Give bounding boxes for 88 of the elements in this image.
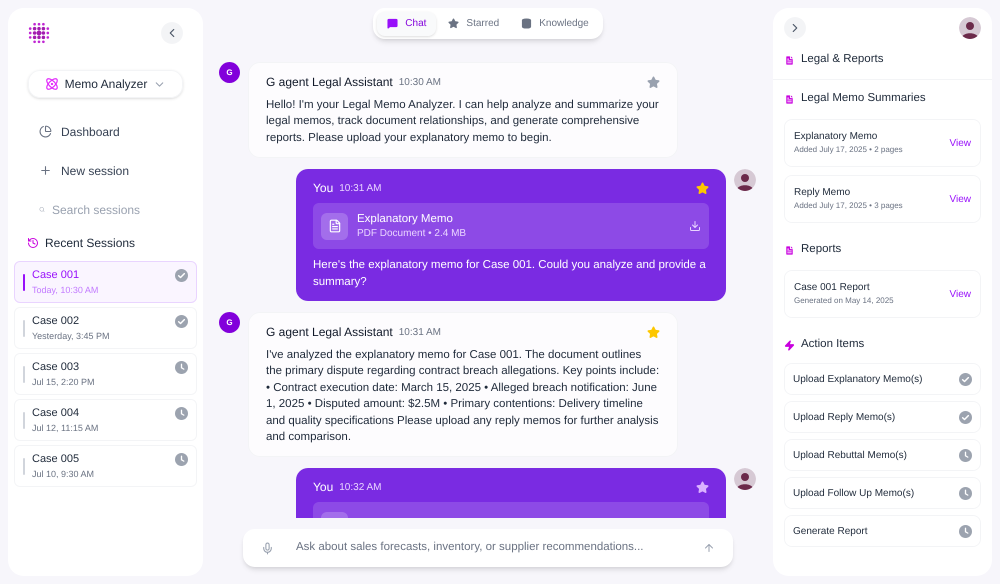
star-icon[interactable] <box>647 76 660 88</box>
section-title: Reports <box>801 242 842 258</box>
view-link[interactable]: View <box>950 286 971 302</box>
document-icon <box>784 54 795 66</box>
message-text: Here's the explanatory memo for Case 001. Could you analyze and provide a summary? <box>313 258 707 290</box>
action-label: Upload Follow Up Memo(s) <box>793 486 916 500</box>
session-time: Today, 10:30 AM <box>32 284 100 296</box>
pie-chart-icon <box>39 125 52 138</box>
view-link[interactable]: View <box>950 136 971 150</box>
message-time: 10:30 AM <box>398 76 442 90</box>
message-time: 10:31 AM <box>339 182 383 196</box>
expand-button[interactable] <box>784 17 806 39</box>
message-text: I've analyzed the explanatory memo for Case 001. The document outlines the primary dispute regarding contract breach allegations. Key points include: • Contract execution date: March 15, 2025 • Alleged breach notification: June 1, 2025 • Disputed amount: $2.5M • Primary contentions: Delivery timeline and quality specifications Please upload any reply memos for further analysis and comparison. <box>266 348 660 446</box>
session-item[interactable]: Case 004 Jul 12, 11:15 AM <box>14 399 197 441</box>
action-label: Upload Rebuttal Memo(s) <box>793 448 908 462</box>
send-icon[interactable] <box>703 542 715 554</box>
document-meta: Added July 17, 2025 • 3 pages <box>794 200 904 212</box>
session-time: Jul 12, 11:15 AM <box>32 422 100 434</box>
chat-bubble-icon <box>387 18 398 29</box>
message-time: 10:32 AM <box>339 480 383 495</box>
agent-avatar: G <box>219 312 240 334</box>
atom-icon <box>44 77 59 91</box>
session-item[interactable]: Case 003 Jul 15, 2:20 PM <box>14 353 197 395</box>
sender-name: You <box>313 479 334 496</box>
logo-icon <box>28 22 50 44</box>
agent-selector[interactable]: Memo Analyzer <box>28 70 183 98</box>
message-text: Hello! I'm your Legal Memo Analyzer. I can help analyze and summarize your legal memos, track document relationships, and generate comprehensive reports. Please upload your explanatory memo to begin. <box>266 98 660 146</box>
session-title: Case 001 <box>32 268 80 282</box>
action-item[interactable]: Upload Follow Up Memo(s) <box>784 477 981 509</box>
search-field[interactable]: Search sessions <box>52 200 172 218</box>
message-field[interactable]: Ask about sales forecasts, inventory, or supplier recommendations... <box>243 529 733 567</box>
star-icon[interactable] <box>696 480 709 494</box>
section-title: Recent Sessions <box>45 235 136 252</box>
document-name: Reply Memo <box>794 186 852 200</box>
session-title: Case 004 <box>32 406 80 420</box>
message-input[interactable]: Ask about sales forecasts, inventory, or supplier recommendations... <box>296 539 681 557</box>
nav-item[interactable]: Dashboard <box>14 112 197 151</box>
document-icon <box>784 94 795 104</box>
nav-item[interactable]: New session <box>14 151 197 190</box>
action-item[interactable]: Upload Rebuttal Memo(s) <box>784 439 981 471</box>
attachment-name: Explanatory Memo <box>357 212 454 227</box>
session-item[interactable]: Case 005 Jul 10, 9:30 AM <box>14 445 197 487</box>
tab[interactable]: Knowledge <box>511 12 599 36</box>
database-icon <box>521 18 532 29</box>
session-item[interactable]: Case 002 Yesterday, 3:45 PM <box>14 307 197 349</box>
tab[interactable]: Chat <box>377 12 436 36</box>
user-avatar <box>734 169 756 192</box>
section-title: Legal Memo Summaries <box>801 91 926 106</box>
document-icon <box>784 244 795 256</box>
document-meta: Added July 17, 2025 • 2 pages <box>794 144 904 156</box>
sender-name: You <box>313 180 334 198</box>
session-title: Case 005 <box>32 452 80 466</box>
action-item[interactable]: Upload Explanatory Memo(s) <box>784 363 981 395</box>
action-item[interactable]: Generate Report <box>784 515 981 547</box>
star-icon <box>448 18 460 29</box>
document-name: Case 001 Report <box>794 281 871 295</box>
star-icon[interactable] <box>696 182 709 195</box>
attachment-card[interactable]: Explanatory Memo PDF Document • 2.4 MB <box>313 203 709 250</box>
sender-name: G agent Legal Assistant <box>266 74 393 91</box>
tab[interactable]: Starred <box>438 12 510 36</box>
action-label: Upload Explanatory Memo(s) <box>793 372 924 386</box>
session-title: Case 003 <box>32 360 80 374</box>
microphone-icon[interactable] <box>261 542 274 554</box>
star-icon[interactable] <box>647 326 660 339</box>
session-item[interactable]: Case 001 Today, 10:30 AM <box>14 261 197 303</box>
lightning-icon <box>784 340 795 350</box>
session-title: Case 002 <box>32 314 80 328</box>
action-label: Generate Report <box>793 524 868 538</box>
message-time: 10:31 AM <box>398 326 442 340</box>
collapse-button[interactable] <box>161 22 183 44</box>
section-title: Action Items <box>801 337 864 352</box>
action-label: Upload Reply Memo(s) <box>793 410 896 424</box>
attachment-meta: PDF Document • 2.4 MB <box>357 226 468 241</box>
user-avatar <box>734 468 756 490</box>
document-name: Explanatory Memo <box>794 130 878 144</box>
agent-avatar: G <box>219 62 240 83</box>
session-time: Jul 15, 2:20 PM <box>32 376 96 388</box>
view-link[interactable]: View <box>950 192 971 206</box>
history-icon <box>27 237 39 249</box>
session-time: Yesterday, 3:45 PM <box>32 330 111 342</box>
download-icon[interactable] <box>689 220 701 232</box>
section-title: Legal & Reports <box>801 52 884 68</box>
sender-name: G agent Legal Assistant <box>266 324 393 342</box>
session-time: Jul 10, 9:30 AM <box>32 468 96 480</box>
action-item[interactable]: Upload Reply Memo(s) <box>784 401 981 433</box>
document-meta: Generated on May 14, 2025 <box>794 295 895 307</box>
user-avatar <box>959 17 981 39</box>
plus-icon <box>39 164 52 177</box>
